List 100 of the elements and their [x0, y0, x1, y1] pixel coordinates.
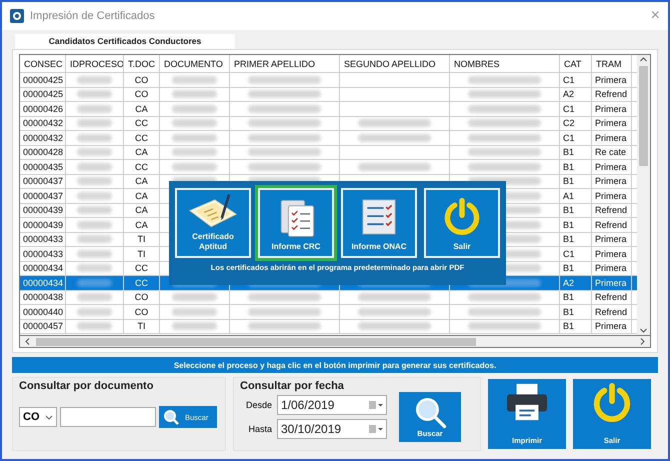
table-row[interactable]: 00000425 CO C1 Primera	[20, 73, 637, 88]
scroll-thumb[interactable]	[36, 338, 476, 346]
calendar-dropdown-icon	[369, 400, 383, 410]
document-input[interactable]	[60, 407, 156, 427]
section-title: Consultar por documento	[19, 380, 154, 392]
table-cell: 00000440	[20, 305, 66, 318]
column-header[interactable]: PRIMER APELLIDO	[230, 55, 340, 72]
table-cell: 00000432	[20, 116, 66, 130]
table-cell: Refrend	[592, 218, 632, 232]
app-icon	[10, 9, 24, 23]
table-cell: CA	[124, 102, 160, 116]
scroll-thumb[interactable]	[639, 66, 648, 166]
table-cell: C1	[560, 102, 592, 116]
date-picker[interactable]: 30/10/2019	[277, 419, 387, 439]
column-header[interactable]: T.DOC	[124, 55, 160, 72]
table-row[interactable]: 00000438 CO B1 Refrend	[20, 290, 637, 305]
table-cell: Primera	[592, 262, 632, 275]
scroll-left-icon	[23, 337, 32, 346]
column-header[interactable]: NOMBRES	[450, 55, 560, 72]
column-header[interactable]: SEGUNDO APELLIDO	[340, 55, 450, 72]
date-label: Desde	[244, 400, 272, 410]
table-cell: 00000433	[20, 232, 66, 246]
table-cell: 00000432	[20, 131, 66, 144]
table-cell: B1	[560, 174, 592, 188]
tab[interactable]: Candidatos Certificados Conductores	[15, 34, 235, 49]
table-row[interactable]: 00000425 CO A2 Refrend	[20, 88, 637, 102]
table-cell: 00000428	[20, 146, 66, 159]
table-cell: 00000439	[20, 218, 66, 232]
checklist-icon	[361, 198, 397, 236]
table-cell: Primera	[592, 232, 632, 246]
table-cell: Refrend	[592, 290, 632, 304]
print-option-button[interactable]: Informe CRC	[258, 188, 334, 258]
table-cell: CO	[124, 290, 160, 304]
column-header[interactable]: CONSEC	[20, 55, 66, 72]
table-cell: Primera	[592, 131, 632, 144]
table-cell: Refrend	[592, 204, 632, 217]
table-cell: B1	[560, 160, 592, 174]
table-cell: A2	[560, 276, 592, 290]
table-cell: TI	[124, 320, 160, 333]
section-title: Consultar por fecha	[240, 380, 345, 392]
table-cell: B1	[560, 204, 592, 217]
scroll-right-icon	[638, 337, 647, 346]
vertical-scrollbar[interactable]	[637, 55, 650, 335]
horizontal-scrollbar[interactable]	[19, 336, 651, 348]
date-picker[interactable]: 1/06/2019	[277, 395, 387, 415]
scroll-down-icon	[639, 326, 648, 335]
table-cell: A2	[560, 88, 592, 101]
table-cell: CO	[124, 88, 160, 101]
table-row[interactable]: 00000432 CC C2 Primera	[20, 116, 637, 131]
table-cell: C2	[560, 116, 592, 130]
table-cell: 00000438	[20, 290, 66, 304]
table-row[interactable]: 00000440 CO B1 Refrend	[20, 305, 637, 320]
column-header[interactable]: CAT	[560, 55, 592, 72]
table-cell: B1	[560, 218, 592, 232]
table-cell: Primera	[592, 160, 632, 174]
print-option-button[interactable]: Certificado Aptitud	[175, 188, 251, 258]
table-cell: Primera	[592, 276, 632, 290]
print-option-button[interactable]: Informe ONAC	[341, 188, 417, 258]
print-option-button[interactable]: Salir	[424, 188, 500, 258]
table-cell: 00000439	[20, 204, 66, 217]
table-cell: Primera	[592, 174, 632, 188]
document-type-dropdown[interactable]: CO	[19, 407, 57, 427]
table-cell: Primera	[592, 102, 632, 116]
table-row[interactable]: 00000435 CC B1 Primera	[20, 160, 637, 174]
table-cell: CA	[124, 218, 160, 232]
table-cell: TI	[124, 232, 160, 246]
table-cell: B1	[560, 290, 592, 304]
table-cell: CC	[124, 116, 160, 130]
table-cell: 00000434	[20, 262, 66, 275]
column-header[interactable]: DOCUMENTO	[160, 55, 230, 72]
table-cell: CO	[124, 305, 160, 318]
table-cell: B1	[560, 262, 592, 275]
table-cell: Primera	[592, 116, 632, 130]
info-banner: Seleccione el proceso y haga clic en el botón imprimir para generar sus certificados.	[12, 357, 658, 373]
date-label: Hasta	[247, 424, 272, 434]
table-cell: C1	[560, 131, 592, 144]
table-row[interactable]: 00000428 CA B1 Re cate	[20, 146, 637, 160]
power-icon	[442, 197, 482, 237]
table-row[interactable]: 00000432 CC C1 Primera	[20, 131, 637, 146]
table-cell: 00000457	[20, 320, 66, 333]
search-icon	[163, 409, 179, 425]
table-cell: 00000434	[20, 276, 66, 290]
table-cell: CA	[124, 146, 160, 159]
table-cell: B1	[560, 305, 592, 318]
printer-icon	[504, 382, 550, 422]
column-header[interactable]: TRAM	[592, 55, 632, 72]
table-cell: 00000435	[20, 160, 66, 174]
table-cell: CO	[124, 73, 160, 86]
calendar-dropdown-icon	[369, 424, 383, 434]
table-cell: Primera	[592, 320, 632, 333]
table-cell: TI	[124, 247, 160, 260]
table-cell: Primera	[592, 73, 632, 86]
table-row[interactable]: 00000426 CA C1 Primera	[20, 102, 637, 116]
scroll-up-icon	[639, 55, 648, 64]
table-cell: B1	[560, 232, 592, 246]
table-row[interactable]: 00000457 TI B1 Primera	[20, 320, 637, 334]
table-cell: Refrend	[592, 88, 632, 101]
table-cell: A1	[560, 189, 592, 202]
table-cell: CC	[124, 131, 160, 144]
table-cell: Re cate	[592, 146, 632, 159]
